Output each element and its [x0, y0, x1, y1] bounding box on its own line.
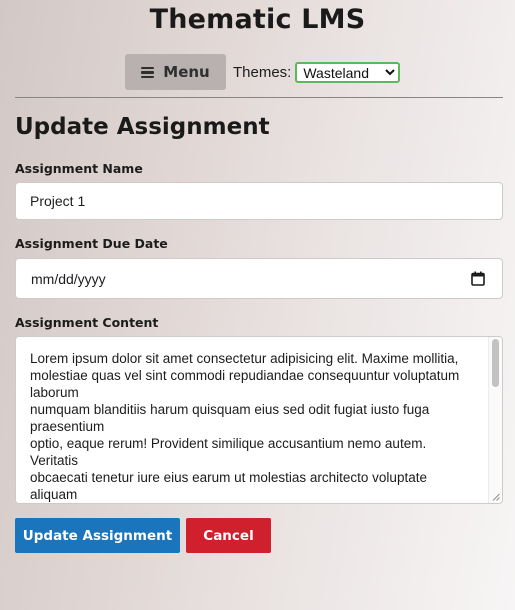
header-divider [15, 97, 503, 98]
assignment-content-text[interactable]: Lorem ipsum dolor sit amet consectetur a… [30, 350, 476, 503]
content-scrollbar-thumb[interactable] [492, 339, 499, 387]
app-title: Thematic LMS [149, 4, 366, 35]
nav-bar: Menu Themes: Wasteland [125, 54, 401, 90]
assignment-due-date-label: Assignment Due Date [15, 236, 168, 251]
themes-select[interactable]: Wasteland [295, 61, 401, 83]
assignment-name-input[interactable] [15, 182, 503, 220]
menu-button-label: Menu [163, 63, 210, 81]
calendar-icon[interactable] [471, 271, 485, 286]
themes-label: Themes: [233, 63, 292, 81]
update-assignment-button[interactable]: Update Assignment [15, 518, 180, 553]
page-title: Update Assignment [15, 114, 270, 140]
menu-button[interactable]: Menu [125, 54, 226, 90]
hamburger-icon [141, 66, 155, 78]
assignment-name-label: Assignment Name [15, 161, 143, 176]
assignment-content-textarea[interactable]: Lorem ipsum dolor sit amet consectetur a… [15, 336, 503, 504]
due-date-placeholder: mm/dd/yyyy [31, 270, 106, 287]
assignment-content-label: Assignment Content [15, 315, 159, 330]
content-scrollbar[interactable] [488, 337, 502, 503]
assignment-due-date-input[interactable]: mm/dd/yyyy [15, 258, 503, 299]
cancel-button[interactable]: Cancel [186, 518, 271, 553]
resize-handle-icon[interactable] [492, 493, 500, 501]
